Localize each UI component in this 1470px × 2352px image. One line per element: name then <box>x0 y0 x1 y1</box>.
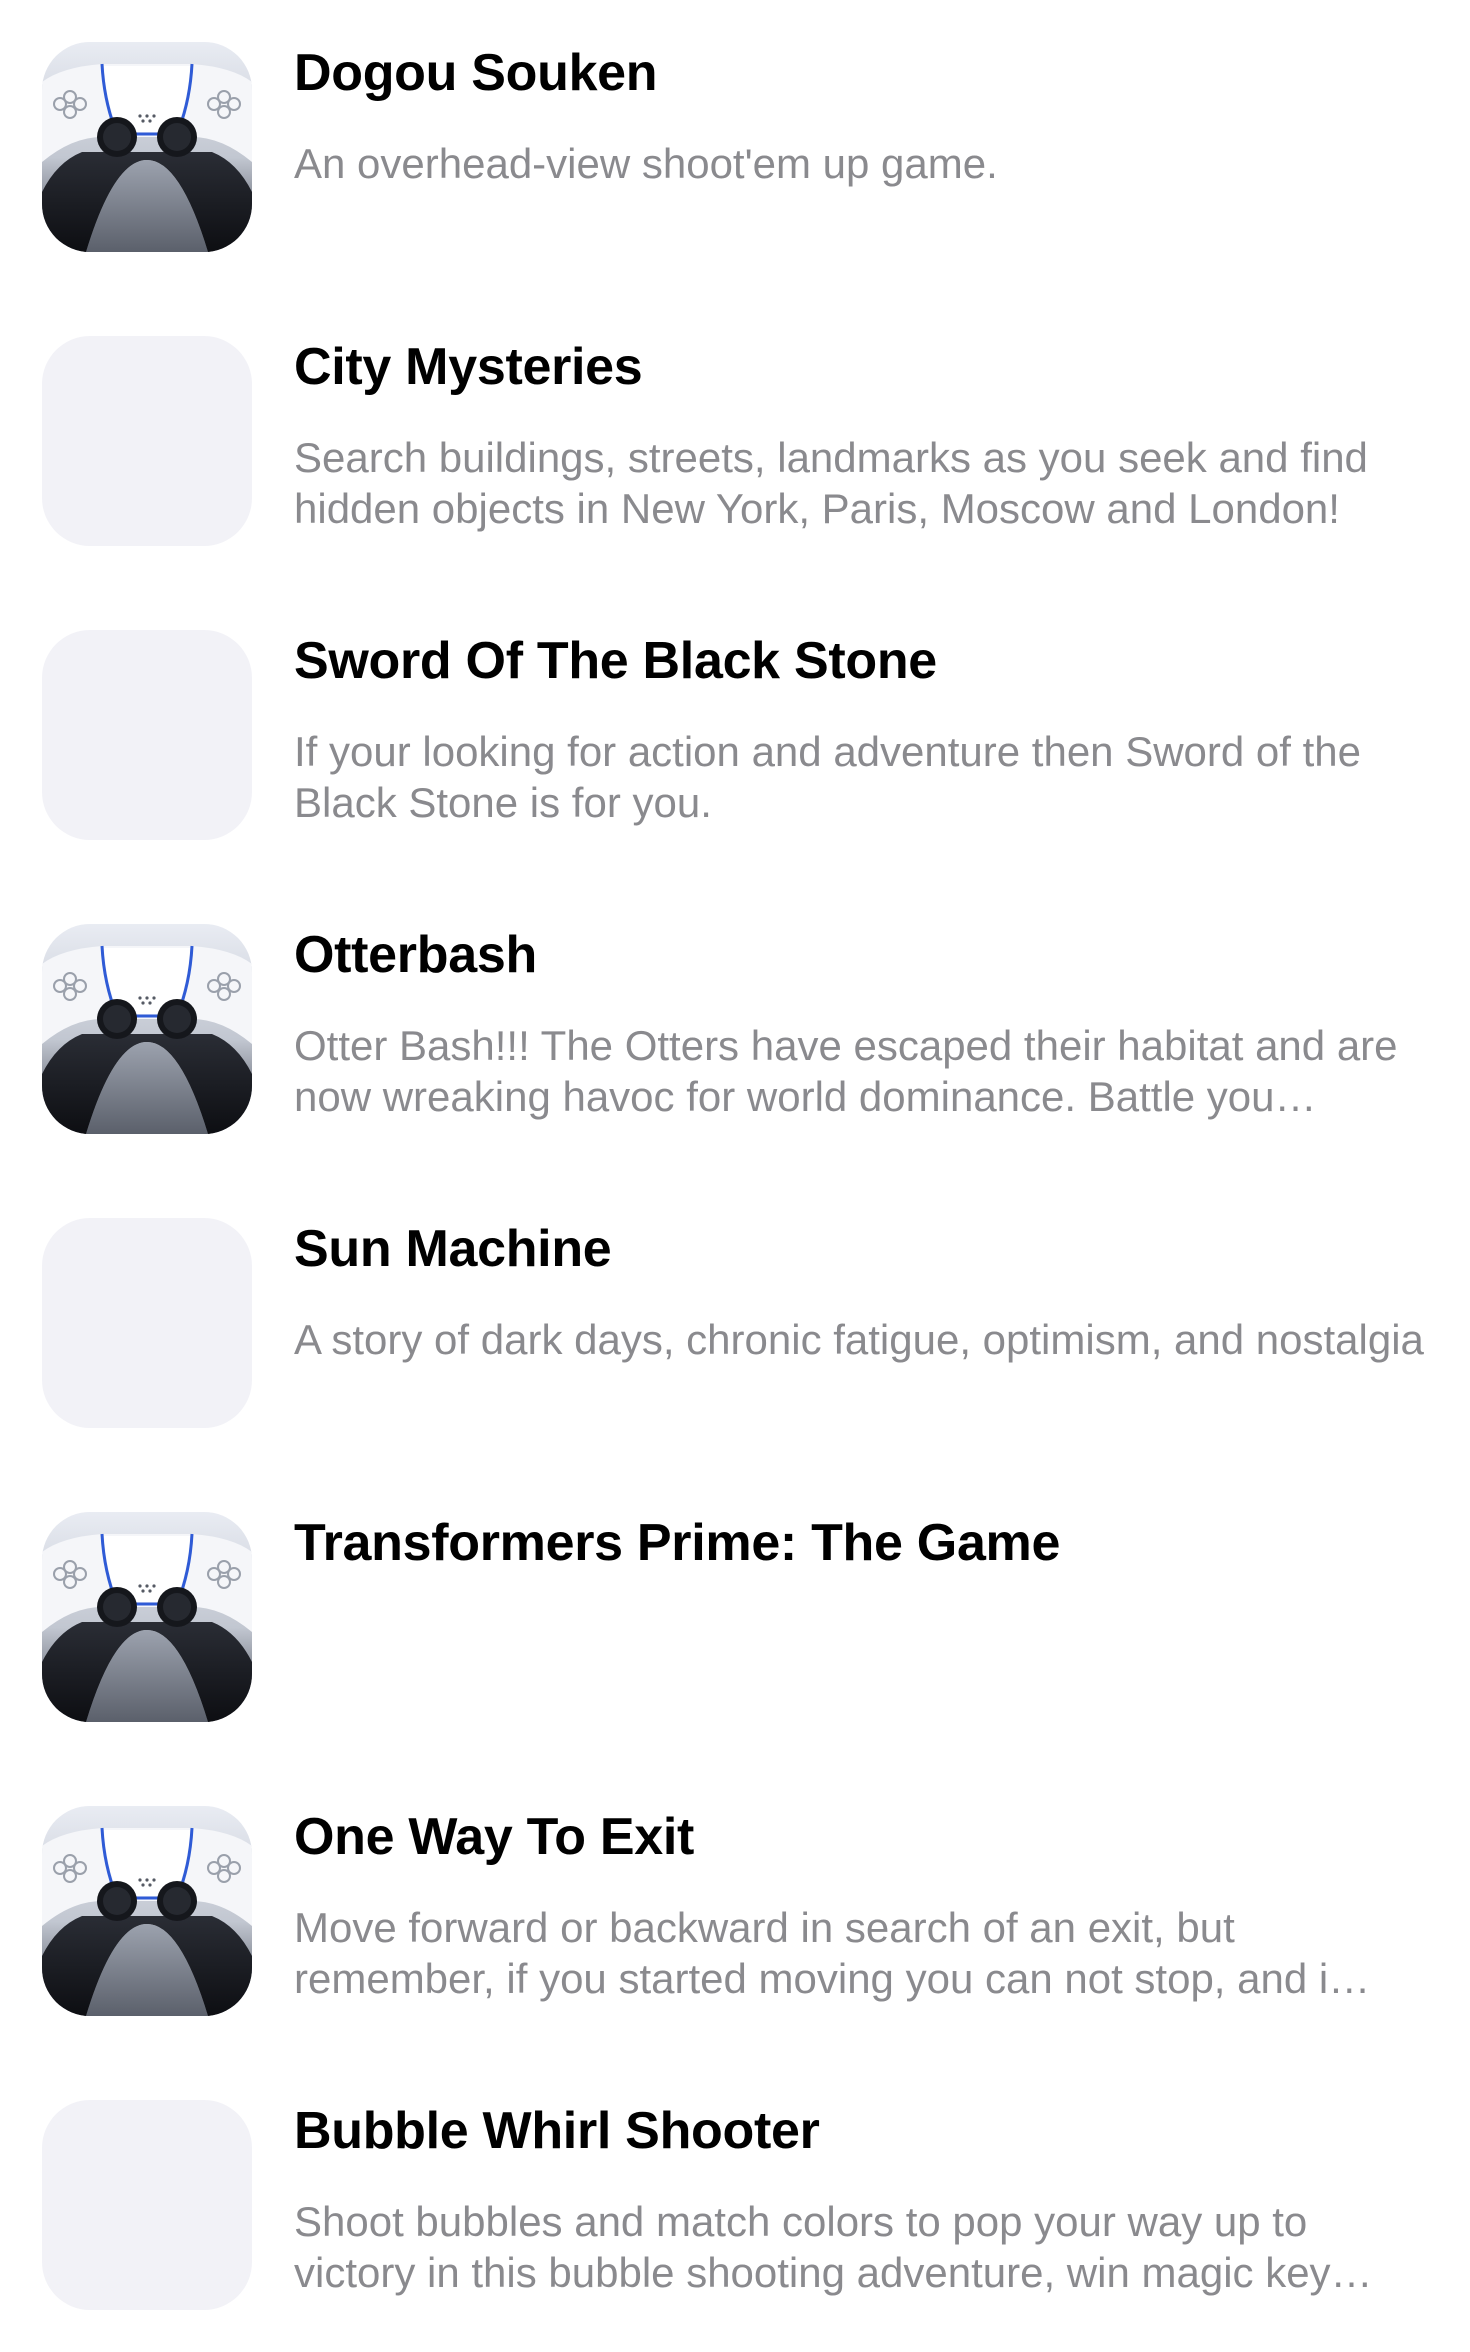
game-list: Dogou Souken An overhead-view shoot'em u… <box>0 0 1470 2340</box>
game-title: Sun Machine <box>294 1220 612 1278</box>
game-description: Otter Bash!!! The Otters have escaped th… <box>294 1022 1398 1120</box>
placeholder-icon <box>42 2100 252 2310</box>
game-title: Dogou Souken <box>294 44 658 102</box>
game-row[interactable]: One Way To Exit Move forward or backward… <box>0 1764 1470 2058</box>
placeholder-icon <box>42 1218 252 1428</box>
placeholder-icon <box>42 336 252 546</box>
game-row[interactable]: Sword Of The Black Stone If your looking… <box>0 588 1470 882</box>
game-row[interactable]: City Mysteries Search buildings, streets… <box>0 294 1470 588</box>
game-title: One Way To Exit <box>294 1808 694 1866</box>
gamepad-icon <box>42 1512 252 1722</box>
game-title: Sword Of The Black Stone <box>294 632 937 690</box>
game-title: City Mysteries <box>294 338 643 396</box>
game-description: Search buildings, streets, landmarks as … <box>294 434 1368 532</box>
game-row[interactable]: Otterbash Otter Bash!!! The Otters have … <box>0 882 1470 1176</box>
game-title: Bubble Whirl Shooter <box>294 2102 820 2160</box>
game-description: An overhead-view shoot'em up game. <box>294 140 998 187</box>
placeholder-icon <box>42 630 252 840</box>
game-description: If your looking for action and adventure… <box>294 728 1362 826</box>
gamepad-icon <box>42 42 252 252</box>
game-description: Shoot bubbles and match colors to pop yo… <box>294 2198 1373 2296</box>
game-row[interactable]: Sun Machine A story of dark days, chroni… <box>0 1176 1470 1470</box>
game-row[interactable]: Transformers Prime: The Game <box>0 1470 1470 1764</box>
game-title: Otterbash <box>294 926 537 984</box>
game-row[interactable]: Bubble Whirl Shooter Shoot bubbles and m… <box>0 2058 1470 2352</box>
gamepad-icon <box>42 924 252 1134</box>
game-description: A story of dark days, chronic fatigue, o… <box>294 1316 1424 1363</box>
game-title: Transformers Prime: The Game <box>294 1514 1061 1572</box>
game-row[interactable]: Dogou Souken An overhead-view shoot'em u… <box>0 0 1470 294</box>
gamepad-icon <box>42 1806 252 2016</box>
game-description: Move forward or backward in search of an… <box>294 1904 1371 2002</box>
